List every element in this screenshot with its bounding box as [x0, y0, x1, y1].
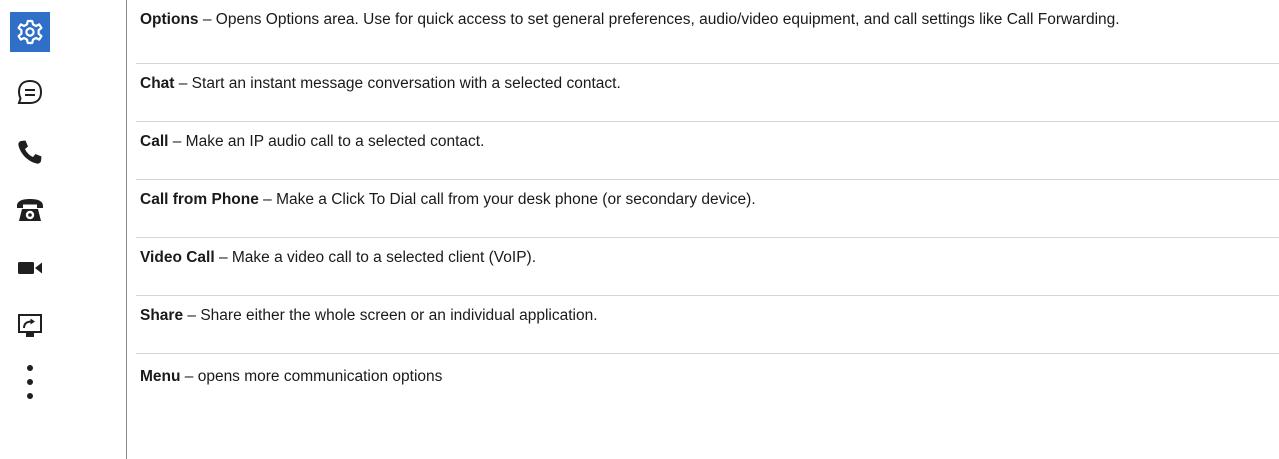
- table-row-video-call: Video Call – Make a video call to a sele…: [0, 238, 1279, 296]
- table-row-call: Call – Make an IP audio call to a select…: [0, 122, 1279, 180]
- term-label: Video Call: [140, 249, 215, 266]
- icon-cell: [0, 180, 124, 238]
- icon-cell: [0, 238, 124, 296]
- gear-icon: [10, 12, 50, 52]
- term-label: Chat: [140, 75, 175, 92]
- term-label: Menu: [140, 368, 181, 385]
- icon-cell: [0, 354, 124, 459]
- video-camera-icon: [10, 248, 50, 288]
- term-label: Share: [140, 307, 184, 324]
- icon-cell: [0, 122, 124, 180]
- term-description: – Share either the whole screen or an in…: [183, 307, 598, 324]
- more-vertical-icon: [10, 362, 50, 418]
- icon-reference-table: Options – Opens Options area. Use for qu…: [0, 0, 1279, 459]
- term-description: – Make a Click To Dial call from your de…: [258, 191, 756, 208]
- phone-handset-icon: [10, 132, 50, 172]
- term-label: Call from Phone: [140, 191, 259, 208]
- table-row-chat: Chat – Start an instant message conversa…: [0, 64, 1279, 122]
- term-description: – Make an IP audio call to a selected co…: [168, 133, 485, 150]
- description-cell: Chat – Start an instant message conversa…: [136, 64, 1279, 122]
- description-cell: Share – Share either the whole screen or…: [136, 296, 1279, 354]
- description-cell: Video Call – Make a video call to a sele…: [136, 238, 1279, 296]
- icon-cell: [0, 64, 124, 122]
- icon-cell: [0, 296, 124, 354]
- term-description: – opens more communication options: [180, 368, 443, 385]
- chat-bubble-icon: [10, 72, 50, 112]
- description-cell: Call from Phone – Make a Click To Dial c…: [136, 180, 1279, 238]
- desk-phone-icon: [10, 190, 50, 230]
- description-cell: Menu – opens more communication options: [136, 354, 1279, 459]
- table-row-menu: Menu – opens more communication options: [0, 354, 1279, 459]
- share-screen-icon: [10, 306, 50, 346]
- description-cell: Call – Make an IP audio call to a select…: [136, 122, 1279, 180]
- term-label: Options: [140, 11, 199, 28]
- term-label: Call: [140, 133, 169, 150]
- table-row-call-from-phone: Call from Phone – Make a Click To Dial c…: [0, 180, 1279, 238]
- table-row-share: Share – Share either the whole screen or…: [0, 296, 1279, 354]
- table-row-options: Options – Opens Options area. Use for qu…: [0, 0, 1279, 64]
- icon-cell: [0, 0, 124, 64]
- column-divider: [126, 0, 127, 459]
- term-description: – Start an instant message conversation …: [174, 75, 621, 92]
- description-cell: Options – Opens Options area. Use for qu…: [136, 0, 1279, 64]
- term-description: – Opens Options area. Use for quick acce…: [198, 11, 1120, 28]
- term-description: – Make a video call to a selected client…: [214, 249, 537, 266]
